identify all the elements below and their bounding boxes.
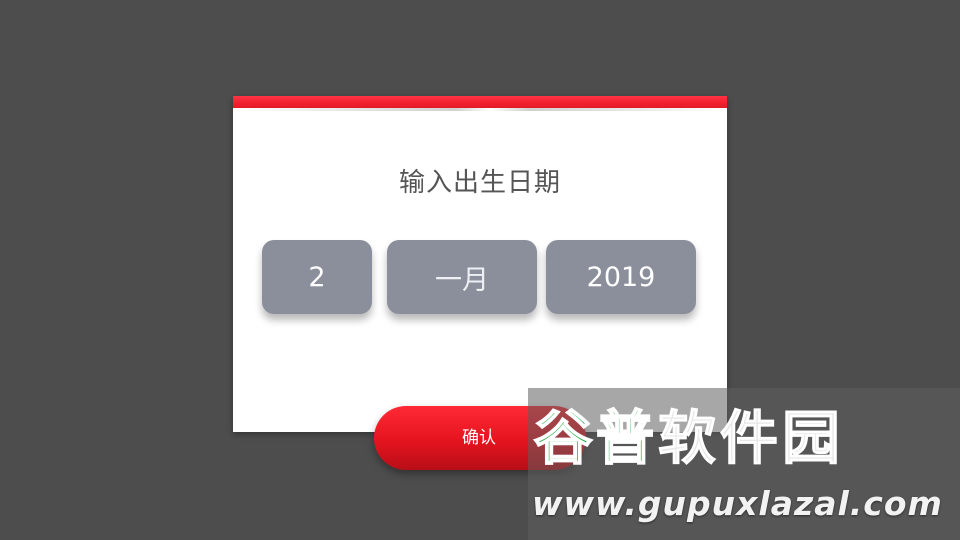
month-picker[interactable]: 一月 xyxy=(387,240,537,314)
day-picker[interactable]: 2 xyxy=(262,240,372,314)
watermark-overlay: 谷普软件园 www.gupuxlazal.com xyxy=(528,388,960,540)
year-value: 2019 xyxy=(586,261,656,293)
watermark-brand-part2: 软件园 xyxy=(658,404,845,472)
watermark-brand: 谷普软件园 xyxy=(533,404,954,472)
dialog-title: 输入出生日期 xyxy=(398,168,561,198)
watermark-url: www.gupuxlazal.com xyxy=(532,484,943,523)
watermark-brand-part1: 谷普 xyxy=(533,404,659,472)
month-value: 一月 xyxy=(435,264,489,296)
screen-background: 输入出生日期 2 一月 2019 确认 谷普软件园 www.gupuxlazal… xyxy=(0,0,960,540)
day-value: 2 xyxy=(308,261,326,293)
birthdate-dialog: 输入出生日期 2 一月 2019 xyxy=(233,96,727,432)
dialog-accent-bar xyxy=(233,96,727,111)
year-picker[interactable]: 2019 xyxy=(546,240,696,314)
